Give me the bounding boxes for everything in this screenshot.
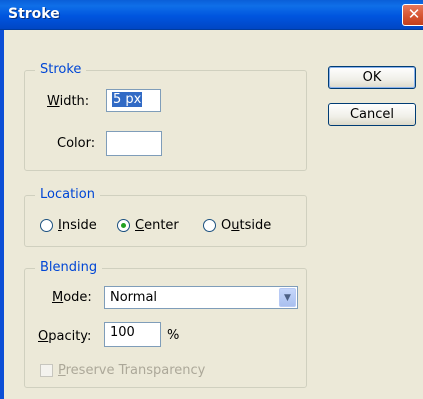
mode-label: Mode:	[52, 290, 92, 305]
window-title: Stroke	[8, 6, 60, 22]
mode-value: Normal	[110, 290, 158, 305]
close-icon: ✕	[407, 5, 421, 23]
stroke-group-legend: Stroke	[35, 62, 87, 77]
preserve-transparency-checkbox[interactable]	[40, 364, 53, 377]
width-value: 5 px	[112, 92, 143, 107]
close-button[interactable]: ✕	[402, 4, 423, 26]
radio-inside-label: Inside	[58, 218, 97, 233]
ok-button[interactable]: OK	[328, 66, 416, 89]
radio-outside-button[interactable]	[203, 219, 216, 232]
opacity-input[interactable]: 100	[104, 322, 161, 347]
location-group-legend: Location	[35, 187, 100, 202]
width-label: Width:	[47, 94, 90, 109]
chevron-down-icon[interactable]: ▼	[279, 288, 296, 307]
radio-inside-button[interactable]	[40, 219, 53, 232]
stroke-dialog: Stroke ✕ Stroke Width: 5 px Color: OK Ca…	[0, 0, 423, 399]
radio-outside-label: Outside	[221, 218, 272, 233]
opacity-unit: %	[167, 328, 180, 343]
stroke-group: Stroke	[24, 62, 307, 171]
cancel-button[interactable]: Cancel	[328, 103, 416, 126]
opacity-value: 100	[110, 325, 135, 340]
blending-group-legend: Blending	[35, 260, 103, 275]
opacity-label: Opacity:	[38, 329, 92, 344]
radio-center-label: Center	[135, 218, 179, 233]
color-swatch[interactable]	[106, 131, 162, 156]
title-bar[interactable]: Stroke ✕	[0, 0, 423, 30]
radio-center-button[interactable]	[117, 219, 130, 232]
preserve-transparency-label: Preserve Transparency	[58, 363, 206, 378]
color-label: Color:	[57, 136, 96, 151]
mode-select[interactable]: Normal ▼	[104, 286, 298, 309]
width-input[interactable]: 5 px	[106, 89, 161, 112]
window-border	[0, 30, 4, 399]
